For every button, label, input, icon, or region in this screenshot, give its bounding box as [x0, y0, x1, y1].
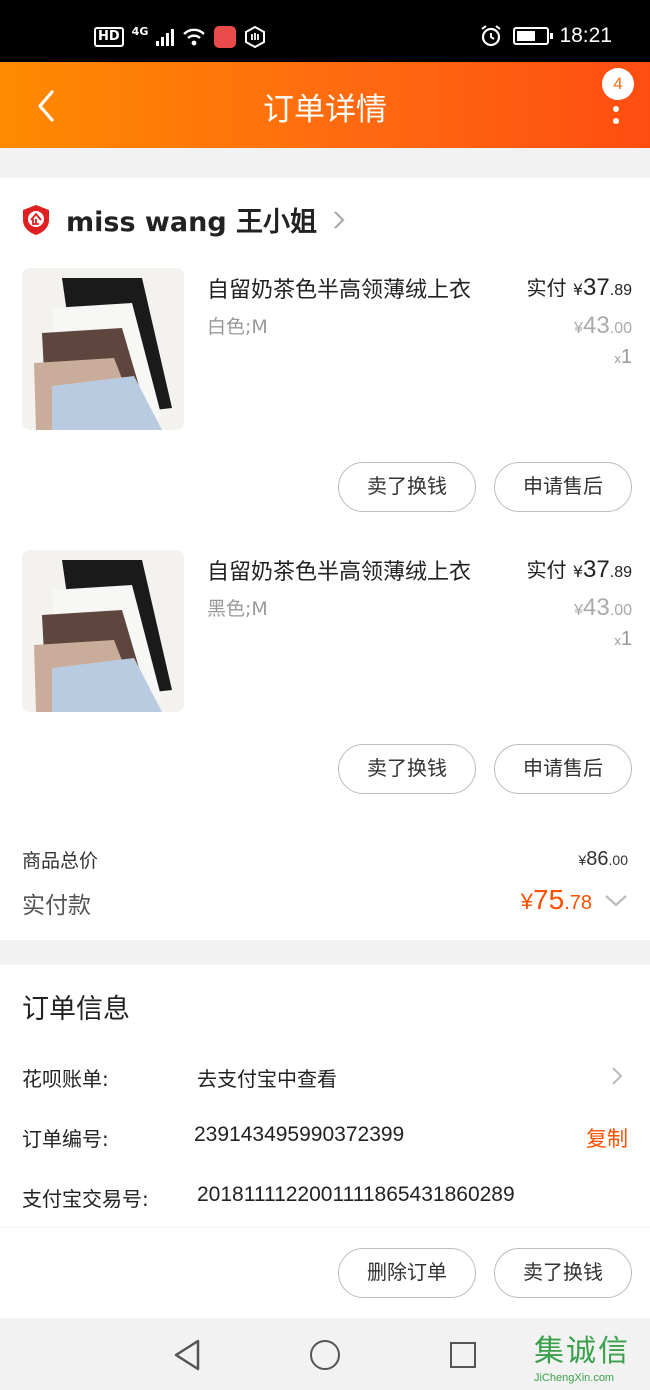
- sell-button[interactable]: 卖了换钱: [338, 462, 476, 512]
- order-number-value: 239143495990372399: [194, 1123, 405, 1146]
- watermark-url: JiChengXin.com: [534, 1372, 615, 1384]
- currency-symbol: ¥: [574, 320, 584, 337]
- after-sale-button[interactable]: 申请售后: [494, 462, 632, 512]
- paid-dec: .89: [609, 564, 632, 581]
- battery-icon: [513, 27, 554, 45]
- status-bar: HD 4G 18:21: [0, 0, 650, 62]
- goods-total-value: ¥86.00: [578, 848, 628, 871]
- order-items-card: miss wang 王小姐 自留奶茶色半高领薄绒上衣 白色;M 实付 ¥37.8…: [0, 178, 650, 940]
- product-thumbnail[interactable]: [22, 268, 184, 430]
- paid-amount-label: 实付款: [22, 893, 91, 919]
- qty-value: 1: [620, 346, 632, 368]
- paid-amount-int: 75: [533, 884, 565, 915]
- item-original-price: ¥43.00: [574, 312, 632, 340]
- system-back-icon[interactable]: [172, 1338, 202, 1372]
- delete-order-button[interactable]: 删除订单: [338, 1248, 476, 1298]
- order-number-label: 订单编号:: [22, 1127, 109, 1151]
- item-quantity: x1: [614, 628, 632, 651]
- huabei-label: 花呗账单:: [22, 1067, 109, 1091]
- orig-int: 43: [583, 594, 610, 621]
- paid-int: 37: [583, 556, 610, 583]
- item-sku: 黑色;M: [207, 598, 268, 620]
- hand-icon: [245, 26, 266, 48]
- watermark-title: 集诚信: [534, 1334, 630, 1369]
- wifi-icon: [183, 28, 206, 46]
- system-home-icon[interactable]: [310, 1340, 340, 1370]
- currency-symbol: ¥: [572, 280, 584, 299]
- shop-name: miss wang 王小姐: [66, 207, 318, 238]
- status-left: HD 4G: [94, 22, 266, 52]
- product-image: [22, 550, 184, 712]
- orig-dec: .00: [609, 320, 632, 337]
- app-notification-icon: [214, 26, 237, 48]
- header-bar: 订单详情 4: [0, 62, 650, 148]
- status-right: 18:21: [479, 24, 612, 48]
- signal-icon: [156, 28, 175, 46]
- paid-dec: .89: [609, 282, 632, 299]
- clock: 18:21: [559, 24, 612, 47]
- after-sale-button[interactable]: 申请售后: [494, 744, 632, 794]
- item-title[interactable]: 自留奶茶色半高领薄绒上衣: [207, 272, 471, 304]
- alipay-trade-row: 支付宝交易号: 2018111122001111865431860289: [22, 1183, 628, 1215]
- chevron-right-icon: [612, 1067, 623, 1085]
- currency-symbol: ¥: [574, 602, 584, 619]
- paid-amount-value: ¥75.78: [521, 884, 592, 916]
- alipay-trade-value: 2018111122001111865431860289: [197, 1183, 515, 1206]
- page-title: 订单详情: [263, 92, 387, 128]
- item-paid-price: 实付 ¥37.89: [527, 272, 633, 302]
- system-nav-bar: 集诚信 JiChengXin.com: [0, 1318, 650, 1390]
- item-original-price: ¥43.00: [574, 594, 632, 622]
- order-info-title: 订单信息: [22, 994, 130, 1025]
- currency-symbol: ¥: [520, 889, 534, 914]
- paid-label: 实付: [526, 558, 567, 582]
- bottom-action-bar: 删除订单 卖了换钱: [0, 1228, 650, 1318]
- item-paid-price: 实付 ¥37.89: [527, 554, 633, 584]
- alipay-trade-label: 支付宝交易号:: [22, 1187, 149, 1211]
- paid-label: 实付: [526, 276, 567, 300]
- item-sku: 白色;M: [207, 316, 268, 338]
- goods-total-int: 86: [586, 848, 609, 870]
- paid-amount-dec: .78: [564, 892, 592, 914]
- item-title[interactable]: 自留奶茶色半高领薄绒上衣: [207, 554, 471, 586]
- goods-total-dec: .00: [608, 852, 628, 868]
- notification-badge: 4: [602, 68, 634, 100]
- shop-badge-icon: [23, 204, 49, 235]
- item-quantity: x1: [614, 346, 632, 369]
- hd-indicator: HD: [94, 27, 124, 47]
- shop-link[interactable]: miss wang 王小姐: [22, 200, 347, 239]
- sell-button[interactable]: 卖了换钱: [338, 744, 476, 794]
- paid-int: 37: [583, 274, 610, 301]
- qty-value: 1: [620, 628, 632, 650]
- system-recents-icon[interactable]: [450, 1342, 476, 1368]
- alarm-icon: [481, 25, 502, 47]
- orig-int: 43: [583, 312, 610, 339]
- huabei-value[interactable]: 去支付宝中查看: [197, 1063, 337, 1092]
- order-item: 自留奶茶色半高领薄绒上衣 白色;M 实付 ¥37.89 ¥43.00 x1 卖了…: [0, 268, 650, 518]
- product-thumbnail[interactable]: [22, 550, 184, 712]
- chevron-down-icon[interactable]: [604, 894, 628, 908]
- copy-button[interactable]: 复制: [586, 1123, 628, 1153]
- goods-total-label: 商品总价: [22, 850, 99, 872]
- chevron-right-icon: [334, 210, 345, 229]
- sell-button[interactable]: 卖了换钱: [494, 1248, 632, 1298]
- watermark-logo: 集诚信 JiChengXin.com: [530, 1326, 650, 1388]
- order-item: 自留奶茶色半高领薄绒上衣 黑色;M 实付 ¥37.89 ¥43.00 x1 卖了…: [0, 550, 650, 800]
- network-type: 4G: [131, 24, 149, 38]
- product-image: [22, 268, 184, 430]
- currency-symbol: ¥: [572, 562, 584, 581]
- order-number-row: 订单编号: 239143495990372399 复制: [22, 1123, 628, 1155]
- orig-dec: .00: [609, 602, 632, 619]
- order-info-card: 订单信息 花呗账单: 去支付宝中查看 订单编号: 239143495990372…: [0, 965, 650, 1227]
- huabei-row[interactable]: 花呗账单: 去支付宝中查看: [22, 1063, 628, 1095]
